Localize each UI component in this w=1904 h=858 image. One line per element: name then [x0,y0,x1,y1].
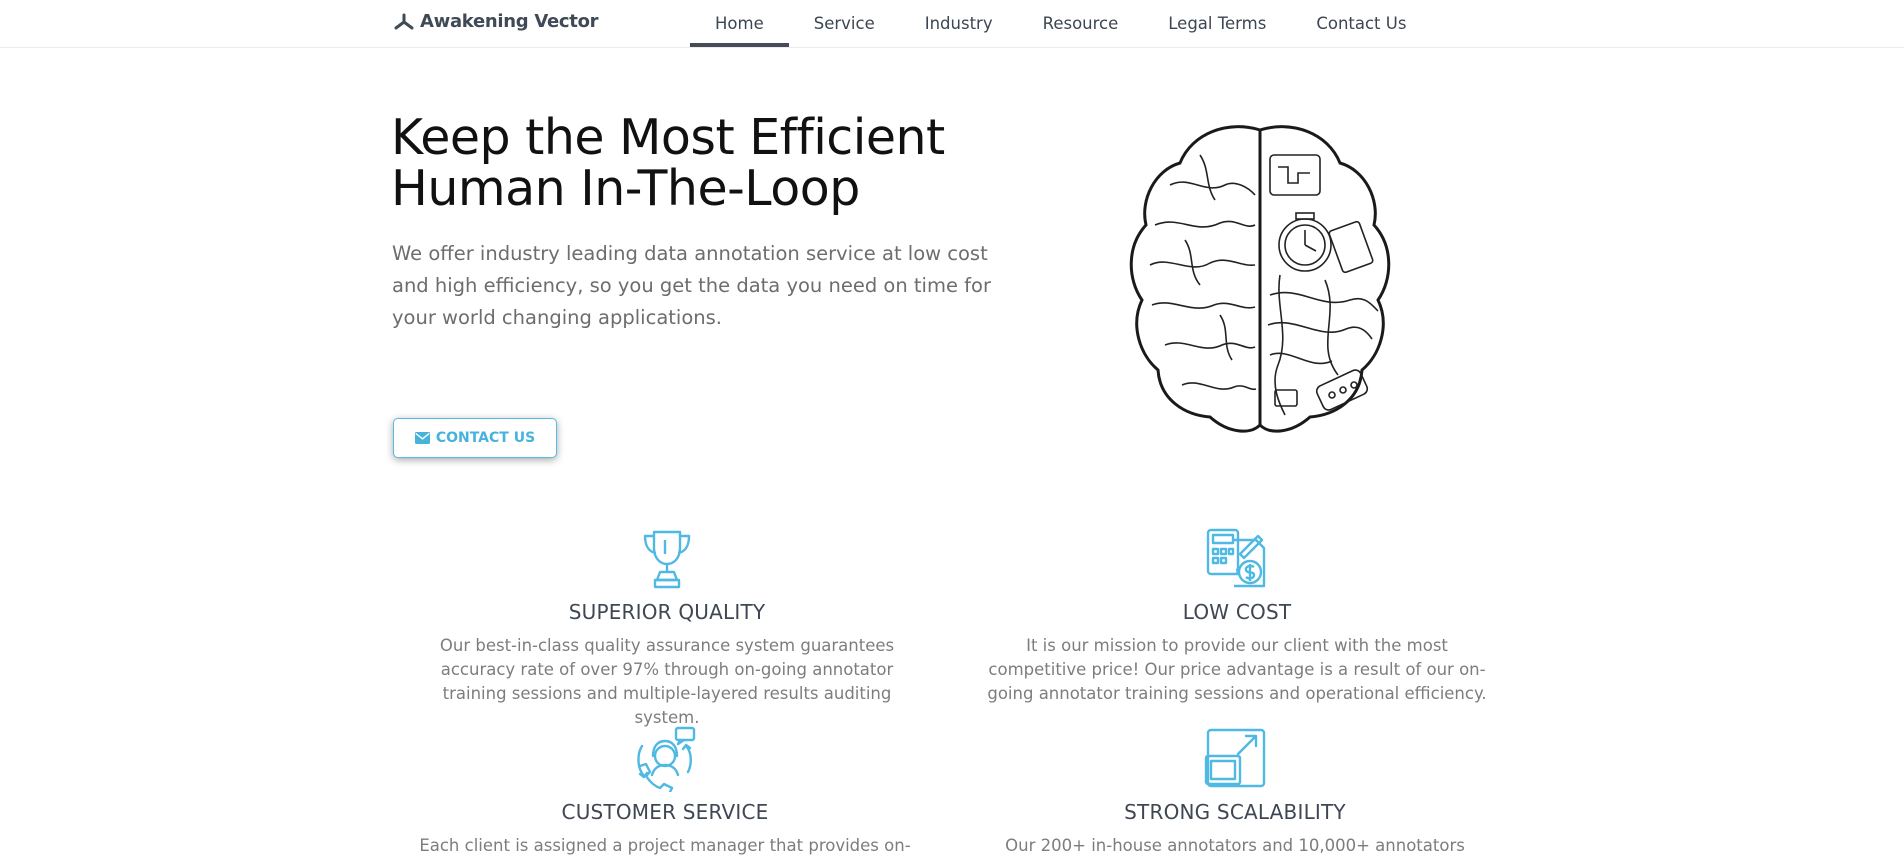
brand-mark-icon [394,13,414,29]
feature-title: STRONG SCALABILITY [1124,800,1346,824]
main-nav: Home Service Industry Resource Legal Ter… [690,0,1431,47]
nav-item-resource[interactable]: Resource [1018,0,1144,47]
feature-low-cost: LOW COST It is our mission to provide ou… [967,526,1507,706]
brand-logo[interactable]: Awakening Vector [393,11,599,32]
nav-item-industry[interactable]: Industry [900,0,1018,47]
feature-customer-service: CUSTOMER SERVICE Each client is assigned… [395,726,935,858]
customer-service-icon [637,726,696,792]
top-navbar: Awakening Vector Home Service Industry R… [0,0,1904,48]
hero-description: We offer industry leading data annotatio… [392,242,991,329]
feature-text: Each client is assigned a project manage… [419,836,911,855]
contact-us-label: CONTACT US [435,430,536,446]
brand-name: Awakening Vector [420,11,599,32]
scale-up-icon [1204,728,1266,788]
hero-title-line-2: Human In-The-Loop [391,160,860,217]
hero-title: Keep the Most Efficient Human In-The-Loo… [391,112,1011,214]
contact-us-button[interactable]: CONTACT US [393,418,557,458]
feature-superior-quality: SUPERIOR QUALITY Our best-in-class quali… [397,526,937,730]
nav-item-home[interactable]: Home [690,0,789,47]
hero-title-line-1: Keep the Most Efficient [391,109,945,166]
feature-text: It is our mission to provide our client … [987,636,1487,703]
brain-illustration [1129,125,1391,433]
feature-text: Our best-in-class quality assurance syst… [439,636,895,727]
feature-title: CUSTOMER SERVICE [561,800,769,824]
feature-title: SUPERIOR QUALITY [568,600,766,624]
trophy-icon [643,530,691,589]
feature-title: LOW COST [1182,600,1292,624]
calculator-icon [1206,528,1266,588]
nav-item-service[interactable]: Service [789,0,900,47]
feature-text: Our 200+ in-house annotators and 10,000+… [1005,836,1465,855]
nav-item-legal-terms[interactable]: Legal Terms [1143,0,1291,47]
feature-strong-scalability: STRONG SCALABILITY Our 200+ in-house ann… [965,726,1505,858]
nav-item-contact-us[interactable]: Contact Us [1291,0,1431,47]
envelope-icon [414,432,430,444]
